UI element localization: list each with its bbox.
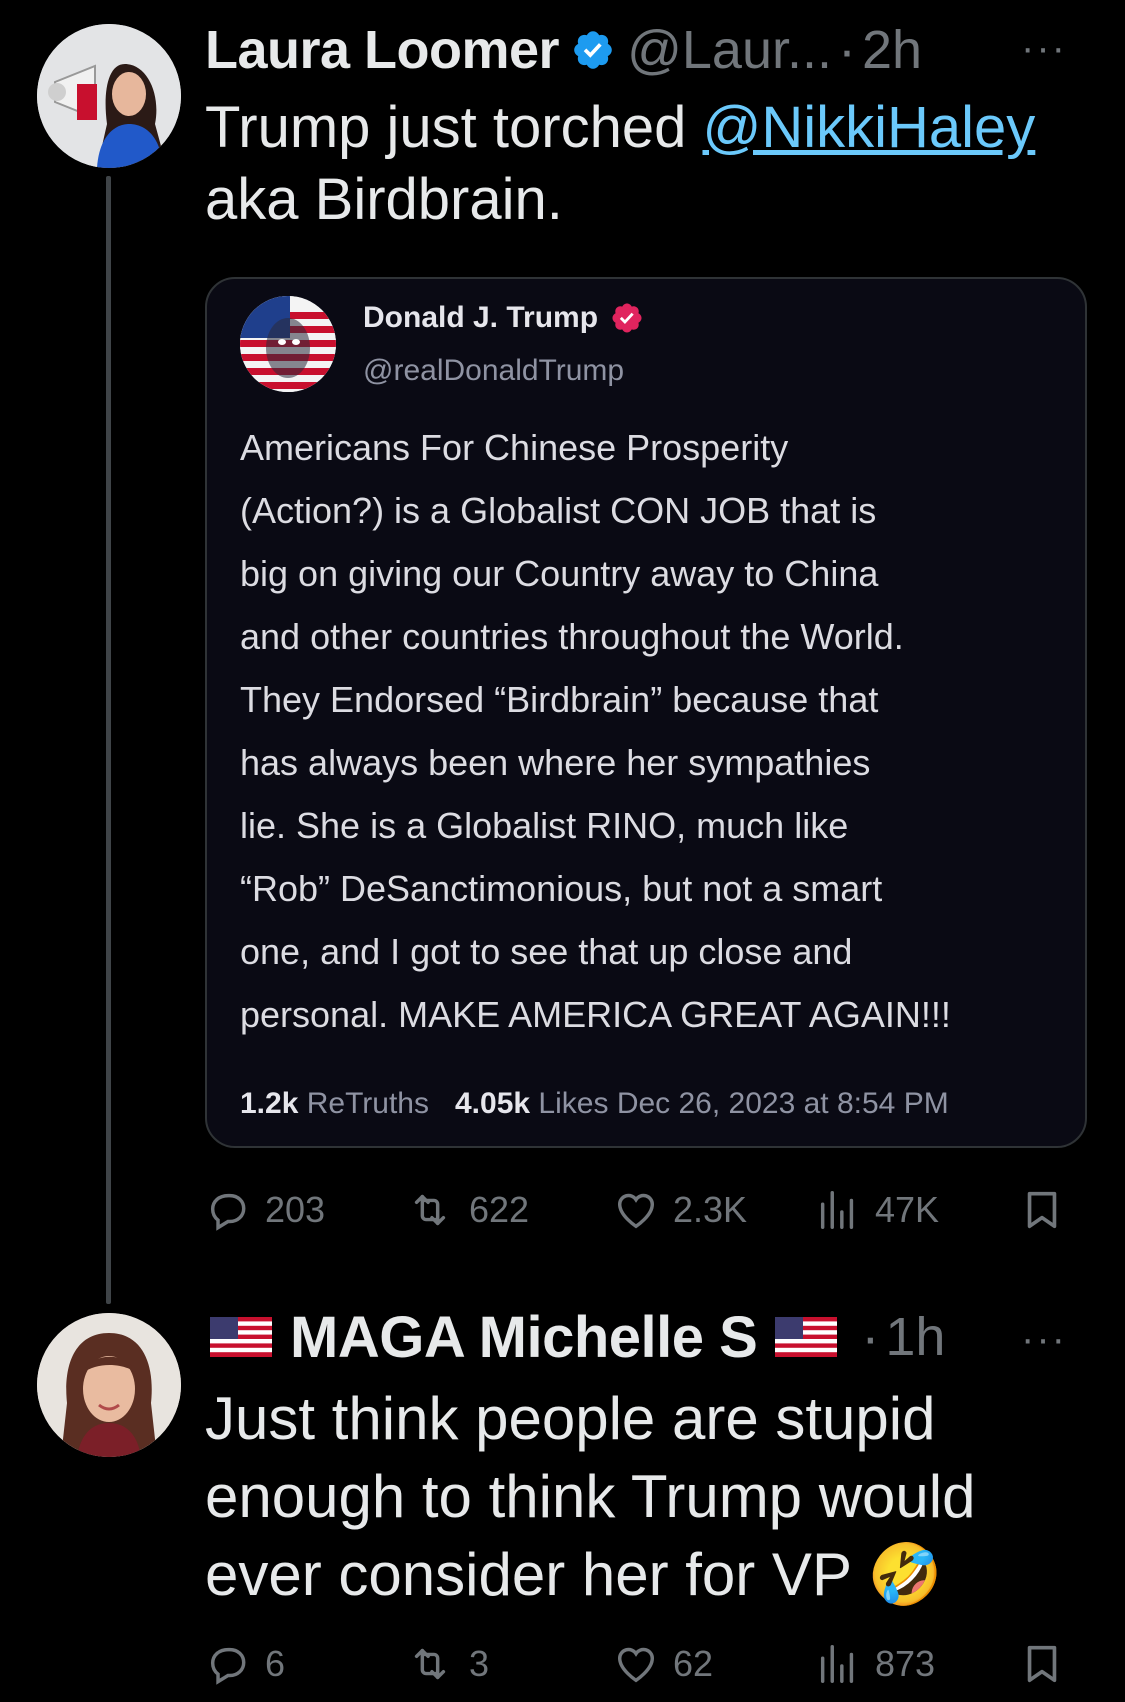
thread-connector-line: [106, 176, 111, 1304]
avatar[interactable]: [37, 24, 181, 168]
rofl-emoji: 🤣: [867, 1541, 943, 1608]
quoted-post-date: Dec 26, 2023 at 8:54 PM: [616, 1087, 949, 1120]
avatar[interactable]: [37, 1313, 181, 1457]
tweet-header: Laura Loomer @Laur... · 2h ···: [205, 10, 1105, 90]
quoted-author-handle: @realDonaldTrump: [363, 354, 625, 387]
reply-icon: [210, 1647, 246, 1685]
like-button[interactable]: 2.3K: [613, 1180, 747, 1240]
views-button[interactable]: 47K: [815, 1180, 939, 1240]
tweet-text: Just think people are stupid enough to t…: [205, 1380, 1095, 1614]
tweet-text-body: Just think people are stupid enough to t…: [205, 1385, 976, 1608]
timestamp[interactable]: 1h: [885, 1306, 945, 1368]
bookmark-icon: [1027, 1645, 1057, 1683]
like-icon: [617, 1647, 655, 1683]
views-icon: [820, 1191, 854, 1229]
retruths-count: 1.2k: [240, 1087, 299, 1120]
reply-button[interactable]: 203: [205, 1180, 325, 1240]
quoted-post-body: Americans For Chinese Prosperity (Action…: [240, 427, 951, 1035]
tweet-text-part: Trump just torched: [205, 95, 703, 160]
retruths-label: ReTruths: [306, 1087, 429, 1120]
more-icon[interactable]: ···: [1021, 28, 1067, 68]
repost-icon: [414, 1648, 446, 1680]
quoted-post-card[interactable]: Donald J. Trump @realDonaldTrump America…: [205, 277, 1087, 1148]
quoted-verified-badge-icon: [610, 301, 644, 335]
repost-icon: [414, 1194, 446, 1226]
views-icon: [820, 1645, 854, 1683]
reply-button[interactable]: 6: [205, 1634, 285, 1694]
bookmark-icon: [1027, 1191, 1057, 1229]
tweet-text-part: aka Birdbrain.: [205, 167, 563, 232]
reply-count: 6: [265, 1643, 286, 1684]
verified-badge-icon[interactable]: [571, 28, 615, 72]
more-icon[interactable]: ···: [1021, 1319, 1067, 1359]
like-icon: [617, 1193, 655, 1229]
repost-button[interactable]: 622: [405, 1180, 529, 1240]
like-button[interactable]: 62: [613, 1634, 713, 1694]
repost-count: 3: [469, 1643, 490, 1684]
action-bar: 203 622 2.3K 47K: [205, 1180, 1075, 1240]
us-flag-icon: [210, 1317, 272, 1357]
us-flag-icon: [775, 1317, 838, 1357]
quoted-post-stats: 1.2k ReTruths 4.05k Likes Dec 26, 2023 at…: [240, 1087, 949, 1121]
author-handle[interactable]: @Laur...: [627, 19, 832, 81]
author-name[interactable]: MAGA Michelle S: [290, 1304, 758, 1371]
repost-count: 622: [469, 1189, 530, 1230]
likes-count: 4.05k: [455, 1087, 531, 1120]
separator-dot: ·: [838, 20, 856, 80]
views-button[interactable]: 873: [815, 1634, 935, 1694]
reply-count: 203: [265, 1189, 326, 1230]
like-count: 62: [673, 1643, 714, 1684]
bookmark-button[interactable]: [1019, 1634, 1065, 1694]
quoted-author-name-text: Donald J. Trump: [363, 301, 599, 334]
mention-link[interactable]: @NikkiHaley: [702, 95, 1035, 160]
timestamp[interactable]: 2h: [862, 19, 922, 81]
views-count: 873: [875, 1643, 936, 1684]
bookmark-button[interactable]: [1019, 1180, 1065, 1240]
author-name[interactable]: Laura Loomer: [205, 19, 560, 81]
separator-dot: ·: [861, 1307, 880, 1367]
repost-button[interactable]: 3: [405, 1634, 489, 1694]
tweet-text: Trump just torched @NikkiHaley aka Birdb…: [205, 92, 1095, 236]
tweet-header: MAGA Michelle S · 1h ···: [205, 1297, 1105, 1377]
quoted-author-name: Donald J. Trump: [363, 301, 644, 335]
views-count: 47K: [875, 1189, 940, 1230]
action-bar: 6 3 62 873: [205, 1634, 1075, 1694]
reply-icon: [210, 1193, 246, 1231]
likes-label: Likes: [538, 1087, 609, 1120]
quoted-avatar: [240, 296, 336, 392]
like-count: 2.3K: [673, 1189, 748, 1230]
